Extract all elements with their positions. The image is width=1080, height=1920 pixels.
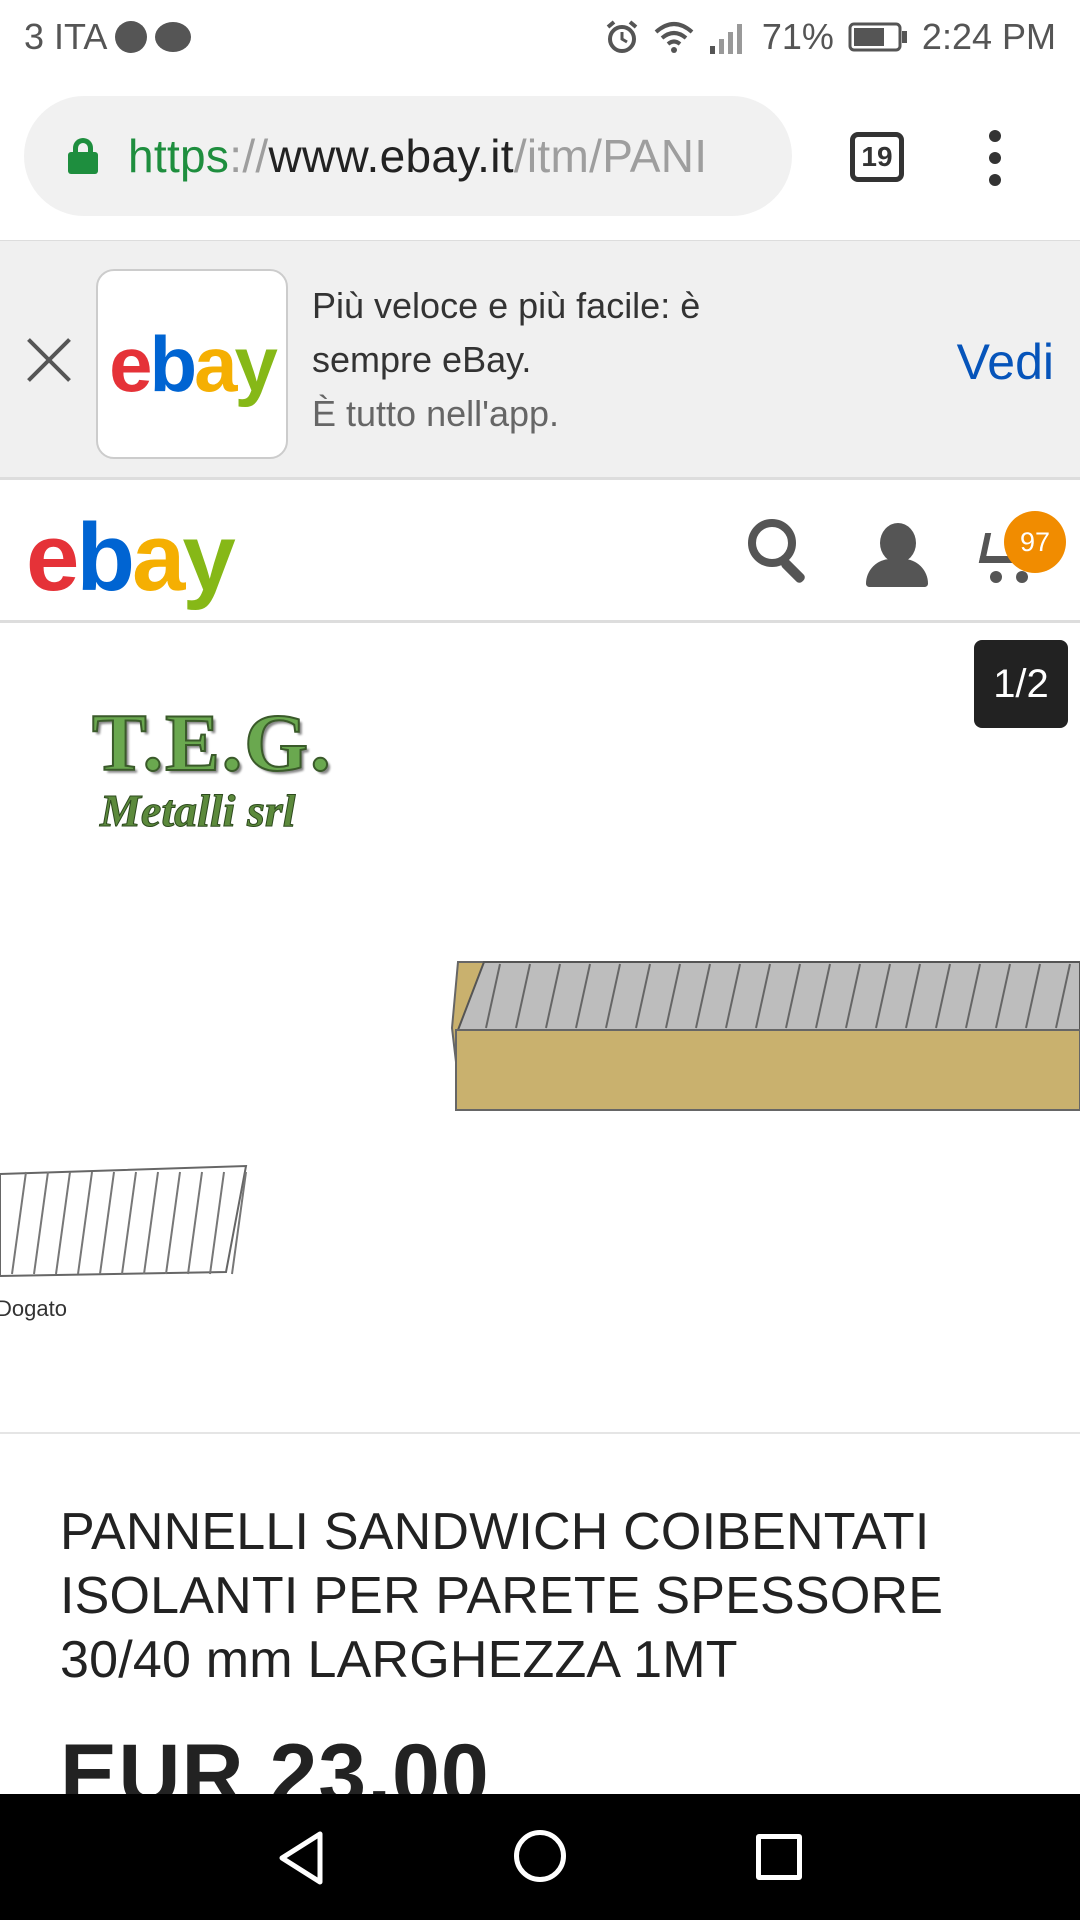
browser-toolbar: https://www.ebay.it/itm/PANI 19 <box>0 74 1080 240</box>
image-counter: 1/2 <box>974 640 1068 728</box>
back-icon[interactable] <box>276 1830 326 1886</box>
cart-count-badge: 97 <box>1004 511 1066 573</box>
url-bar[interactable]: https://www.ebay.it/itm/PANI <box>24 96 792 216</box>
battery-icon <box>848 22 907 52</box>
banner-text: Più veloce e più facile: è sempre eBay. … <box>312 279 752 441</box>
search-icon[interactable] <box>748 519 810 585</box>
signal-icon <box>709 24 742 54</box>
url-separator: :// <box>229 130 269 182</box>
product-price: EUR 23,00 <box>60 1727 490 1794</box>
seller-logo-sub: Metalli srl <box>100 785 297 837</box>
battery-percent: 71% <box>761 16 834 57</box>
url-scheme: https <box>128 130 230 182</box>
seller-logo-main: T.E.G. <box>91 696 333 789</box>
product-image[interactable]: T.E.G. Metalli srl Dogato 1/2 <box>0 626 1080 1434</box>
wifi-icon <box>654 22 694 53</box>
ebay-logo[interactable]: ebay <box>26 503 236 613</box>
tabs-icon[interactable]: 19 <box>850 132 904 182</box>
status-bar: 3 ITA 71% 2:24 PM <box>0 0 1080 74</box>
ebay-app-logo: ebay <box>109 319 278 408</box>
status-left: 3 ITA <box>24 16 192 58</box>
close-icon[interactable] <box>26 337 72 383</box>
seller-logo: T.E.G. Metalli srl <box>91 696 352 846</box>
home-icon[interactable] <box>514 1830 566 1882</box>
app-banner: ebay Più veloce e più facile: è sempre e… <box>0 240 1080 480</box>
banner-subline: È tutto nell'app. <box>312 393 560 434</box>
view-app-button[interactable]: Vedi <box>957 333 1054 391</box>
product-title: PANNELLI SANDWICH COIBENTATI ISOLANTI PE… <box>60 1503 944 1689</box>
send-icon <box>115 21 148 53</box>
menu-icon[interactable] <box>985 130 1005 186</box>
system-nav-bar <box>0 1794 1080 1920</box>
message-icon <box>155 22 192 52</box>
lock-icon <box>68 138 98 174</box>
app-icon: ebay <box>96 269 288 459</box>
tab-count-label: 19 <box>861 141 893 172</box>
user-icon[interactable] <box>866 523 928 587</box>
recents-icon[interactable] <box>756 1834 802 1880</box>
url-text: https://www.ebay.it/itm/PANI <box>128 129 707 183</box>
carrier-label: 3 ITA <box>24 16 108 57</box>
product-info: PANNELLI SANDWICH COIBENTATI ISOLANTI PE… <box>0 1436 1080 1794</box>
clock: 2:24 PM <box>921 16 1056 57</box>
screen: 3 ITA 71% 2:24 PM https://www.ebay.it/it… <box>0 0 1080 1920</box>
banner-headline: Più veloce e più facile: è sempre eBay. <box>312 285 701 380</box>
site-header: ebay 97 <box>0 483 1080 623</box>
url-path: /itm/PANI <box>513 130 708 182</box>
image-caption: Dogato <box>0 1296 67 1321</box>
alarm-icon <box>606 20 638 53</box>
status-right: 71% 2:24 PM <box>604 16 1056 58</box>
url-host: www.ebay.it <box>268 130 514 182</box>
